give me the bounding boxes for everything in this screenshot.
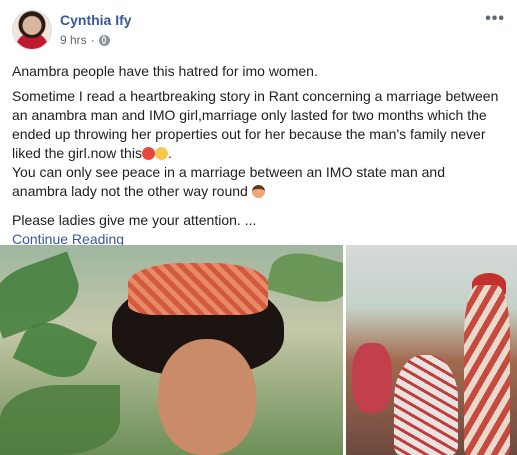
post-line-1: Anambra people have this hatred for imo …: [12, 63, 318, 79]
post-text: Anambra people have this hatred for imo …: [12, 62, 504, 249]
leaf-shape: [265, 245, 343, 310]
post-line-2: Sometime I read a heartbreaking story in…: [12, 87, 504, 163]
author-name[interactable]: Cynthia Ify: [60, 12, 132, 28]
kneeling-figure: [394, 355, 458, 455]
post-meta: 9 hrs ·: [60, 33, 110, 47]
post-line-3: You can only see peace in a marriage bet…: [12, 163, 504, 201]
angry-emoji-icon: [141, 147, 155, 160]
bride-face: [158, 339, 256, 455]
bride-coral-crown: [128, 263, 268, 315]
guest-figure: [352, 343, 392, 413]
post-photo-bride[interactable]: [0, 245, 343, 455]
avatar[interactable]: [12, 10, 52, 50]
post-line-4: Please ladies give me your attention. ..…: [12, 212, 257, 228]
meta-separator: ·: [90, 33, 95, 47]
woman-gesturing-emoji-icon: [251, 185, 265, 198]
post-time[interactable]: 9 hrs: [60, 33, 87, 47]
more-options-icon[interactable]: •••: [485, 10, 505, 28]
leaf-shape: [0, 385, 120, 455]
standing-figure: [464, 285, 510, 455]
globe-icon[interactable]: [98, 34, 110, 46]
post-photo-ceremony[interactable]: [346, 245, 517, 455]
post-line-3-text: You can only see peace in a marriage bet…: [12, 164, 445, 199]
post-line-2-text: Sometime I read a heartbreaking story in…: [12, 88, 499, 161]
crying-emoji-icon: [154, 147, 168, 160]
post-line-2-end: .: [167, 145, 172, 161]
